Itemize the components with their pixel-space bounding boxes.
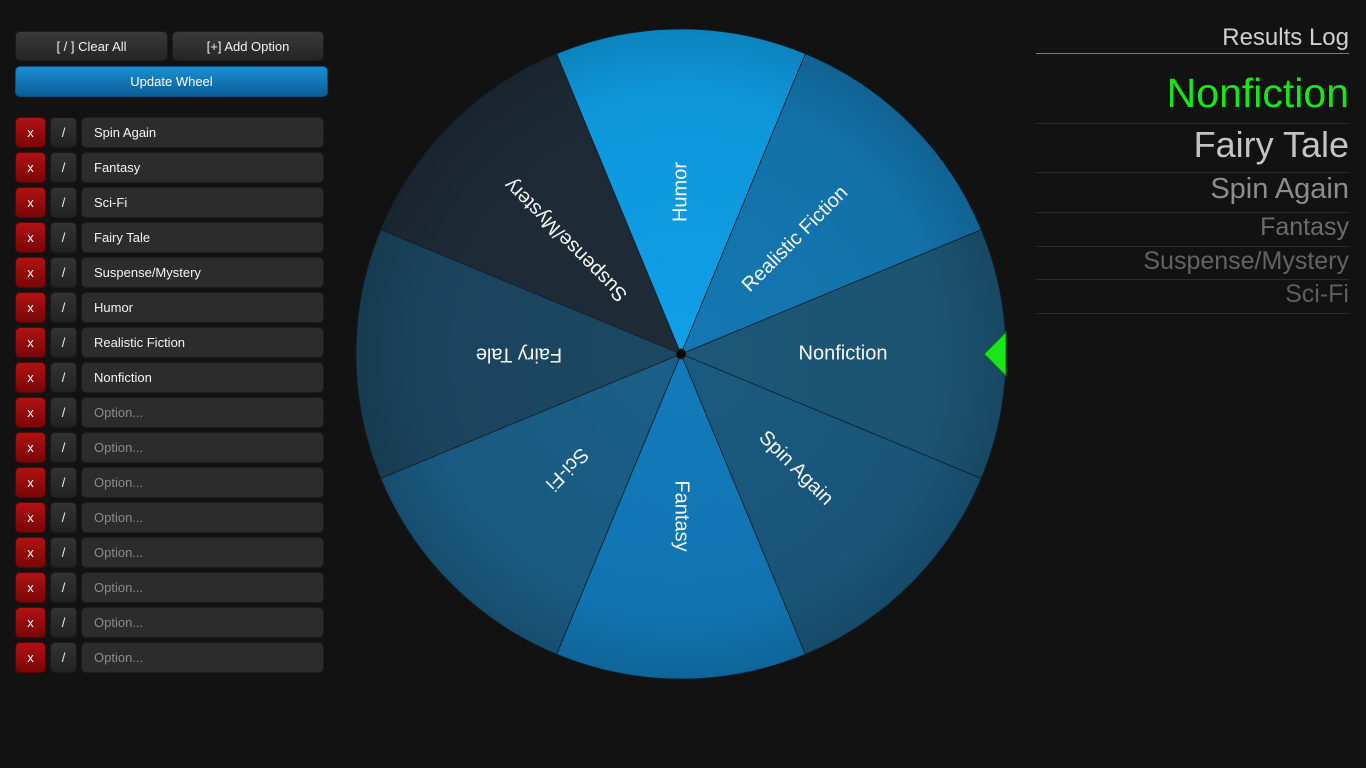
option-input[interactable]	[81, 467, 324, 498]
option-row: x /	[15, 292, 325, 323]
wheel-app: [ / ] Clear All [+] Add Option Update Wh…	[0, 0, 1366, 768]
toggle-option-button[interactable]: /	[50, 607, 77, 638]
option-input[interactable]	[81, 362, 324, 393]
option-input[interactable]	[81, 222, 324, 253]
option-input[interactable]	[81, 152, 324, 183]
option-input[interactable]	[81, 292, 324, 323]
result-entry: Fairy Tale	[1036, 124, 1349, 173]
option-row: x /	[15, 327, 325, 358]
toggle-option-button[interactable]: /	[50, 467, 77, 498]
delete-option-button[interactable]: x	[15, 537, 46, 568]
result-entry: Sci-Fi	[1036, 280, 1349, 315]
option-row: x /	[15, 362, 325, 393]
option-input[interactable]	[81, 397, 324, 428]
delete-option-button[interactable]: x	[15, 117, 46, 148]
result-entry: Nonfiction	[1036, 70, 1349, 125]
option-input[interactable]	[81, 327, 324, 358]
delete-option-button[interactable]: x	[15, 432, 46, 463]
result-entry: Fantasy	[1036, 213, 1349, 247]
option-input[interactable]	[81, 187, 324, 218]
toggle-option-button[interactable]: /	[50, 222, 77, 253]
delete-option-button[interactable]: x	[15, 397, 46, 428]
option-input[interactable]	[81, 537, 324, 568]
delete-option-button[interactable]: x	[15, 222, 46, 253]
option-input[interactable]	[81, 607, 324, 638]
delete-option-button[interactable]: x	[15, 572, 46, 603]
results-divider	[1036, 53, 1349, 54]
delete-option-button[interactable]: x	[15, 467, 46, 498]
results-list: Nonfiction Fairy Tale Spin Again Fantasy…	[1036, 70, 1349, 315]
result-entry: Spin Again	[1036, 173, 1349, 213]
update-wheel-button[interactable]: Update Wheel	[15, 66, 328, 97]
option-row: x /	[15, 432, 325, 463]
option-input[interactable]	[81, 257, 324, 288]
option-row: x /	[15, 152, 325, 183]
clear-all-button[interactable]: [ / ] Clear All	[15, 31, 168, 61]
option-row: x /	[15, 467, 325, 498]
delete-option-button[interactable]: x	[15, 152, 46, 183]
toggle-option-button[interactable]: /	[50, 152, 77, 183]
option-row: x /	[15, 257, 325, 288]
option-row: x /	[15, 537, 325, 568]
option-input[interactable]	[81, 502, 324, 533]
toggle-option-button[interactable]: /	[50, 502, 77, 533]
toggle-option-button[interactable]: /	[50, 292, 77, 323]
delete-option-button[interactable]: x	[15, 642, 46, 673]
option-input[interactable]	[81, 572, 324, 603]
delete-option-button[interactable]: x	[15, 187, 46, 218]
delete-option-button[interactable]: x	[15, 362, 46, 393]
delete-option-button[interactable]: x	[15, 257, 46, 288]
delete-option-button[interactable]: x	[15, 502, 46, 533]
option-list: x / x / x / x / x / x / x	[15, 117, 325, 677]
option-input[interactable]	[81, 642, 324, 673]
toggle-option-button[interactable]: /	[50, 187, 77, 218]
toggle-option-button[interactable]: /	[50, 327, 77, 358]
option-row: x /	[15, 397, 325, 428]
results-log-title: Results Log	[1222, 24, 1349, 51]
toggle-option-button[interactable]: /	[50, 397, 77, 428]
option-row: x /	[15, 642, 325, 673]
add-option-button[interactable]: [+] Add Option	[172, 31, 324, 61]
option-row: x /	[15, 187, 325, 218]
toggle-option-button[interactable]: /	[50, 642, 77, 673]
toggle-option-button[interactable]: /	[50, 257, 77, 288]
delete-option-button[interactable]: x	[15, 327, 46, 358]
result-entry: Suspense/Mystery	[1036, 247, 1349, 281]
toggle-option-button[interactable]: /	[50, 537, 77, 568]
option-input[interactable]	[81, 432, 324, 463]
delete-option-button[interactable]: x	[15, 607, 46, 638]
toggle-option-button[interactable]: /	[50, 362, 77, 393]
option-row: x /	[15, 607, 325, 638]
option-row: x /	[15, 502, 325, 533]
toggle-option-button[interactable]: /	[50, 432, 77, 463]
toggle-option-button[interactable]: /	[50, 117, 77, 148]
option-row: x /	[15, 117, 325, 148]
option-row: x /	[15, 572, 325, 603]
option-row: x /	[15, 222, 325, 253]
delete-option-button[interactable]: x	[15, 292, 46, 323]
option-input[interactable]	[81, 117, 324, 148]
toggle-option-button[interactable]: /	[50, 572, 77, 603]
